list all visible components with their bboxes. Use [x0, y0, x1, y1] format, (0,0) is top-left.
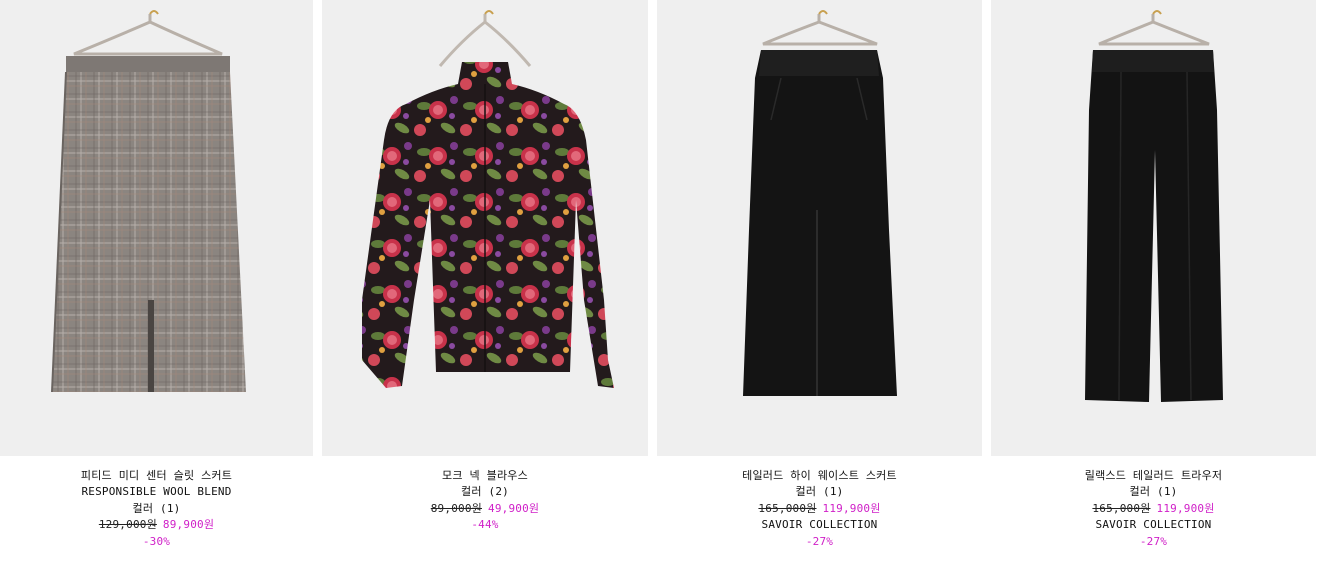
product-collection: RESPONSIBLE WOOL BLEND: [81, 485, 232, 499]
product-grid: 피티드 미디 센터 슬릿 스커트 RESPONSIBLE WOOL BLEND …: [0, 0, 1320, 565]
sale-price: 49,900원: [488, 501, 540, 515]
product-info: 테일러드 하이 웨이스트 스커트 컬러 (1) 165,000원 119,900원…: [657, 468, 982, 550]
original-price: 129,000원: [98, 518, 157, 532]
discount-badge: -27%: [805, 534, 834, 548]
sale-price: 89,900원: [162, 518, 215, 532]
price-row: 165,000원 119,900원: [657, 501, 982, 517]
product-colors[interactable]: 컬러 (1): [991, 484, 1316, 500]
sale-price: 119,900원: [822, 501, 881, 515]
discount-badge: -44%: [471, 518, 499, 532]
product-info: 릴랙스드 테일러드 트라우저 컬러 (1) 165,000원 119,900원 S…: [991, 468, 1316, 550]
product-colors[interactable]: 컬러 (2): [322, 484, 648, 500]
product-colors[interactable]: 컬러 (1): [0, 501, 313, 517]
product-card[interactable]: 테일러드 하이 웨이스트 스커트 컬러 (1) 165,000원 119,900원…: [657, 0, 982, 565]
product-image[interactable]: [657, 0, 982, 456]
product-name[interactable]: 모크 넥 블라우스: [322, 468, 648, 484]
product-image[interactable]: [991, 0, 1316, 456]
price-row: 129,000원 89,900원: [0, 517, 313, 533]
product-info: 피티드 미디 센터 슬릿 스커트 RESPONSIBLE WOOL BLEND …: [0, 468, 313, 550]
product-image[interactable]: [0, 0, 313, 456]
product-collection: SAVOIR COLLECTION: [761, 518, 878, 532]
price-row: 89,000원 49,900원: [322, 501, 648, 517]
product-card[interactable]: 릴랙스드 테일러드 트라우저 컬러 (1) 165,000원 119,900원 S…: [991, 0, 1316, 565]
product-info: 모크 넥 블라우스 컬러 (2) 89,000원 49,900원 -44%: [322, 468, 648, 534]
product-colors[interactable]: 컬러 (1): [657, 484, 982, 500]
product-name[interactable]: 피티드 미디 센터 슬릿 스커트: [0, 468, 313, 484]
product-card[interactable]: 피티드 미디 센터 슬릿 스커트 RESPONSIBLE WOOL BLEND …: [0, 0, 313, 565]
original-price: 89,000원: [430, 501, 482, 515]
discount-badge: -30%: [142, 534, 171, 548]
product-card[interactable]: 모크 넥 블라우스 컬러 (2) 89,000원 49,900원 -44%: [322, 0, 648, 565]
product-collection: SAVOIR COLLECTION: [1095, 518, 1212, 532]
original-price: 165,000원: [1092, 501, 1151, 515]
sale-price: 119,900원: [1156, 501, 1215, 515]
product-name[interactable]: 릴랙스드 테일러드 트라우저: [991, 468, 1316, 484]
product-name[interactable]: 테일러드 하이 웨이스트 스커트: [657, 468, 982, 484]
discount-badge: -27%: [1139, 534, 1168, 548]
price-row: 165,000원 119,900원: [991, 501, 1316, 517]
product-image[interactable]: [322, 0, 648, 456]
original-price: 165,000원: [758, 501, 817, 515]
